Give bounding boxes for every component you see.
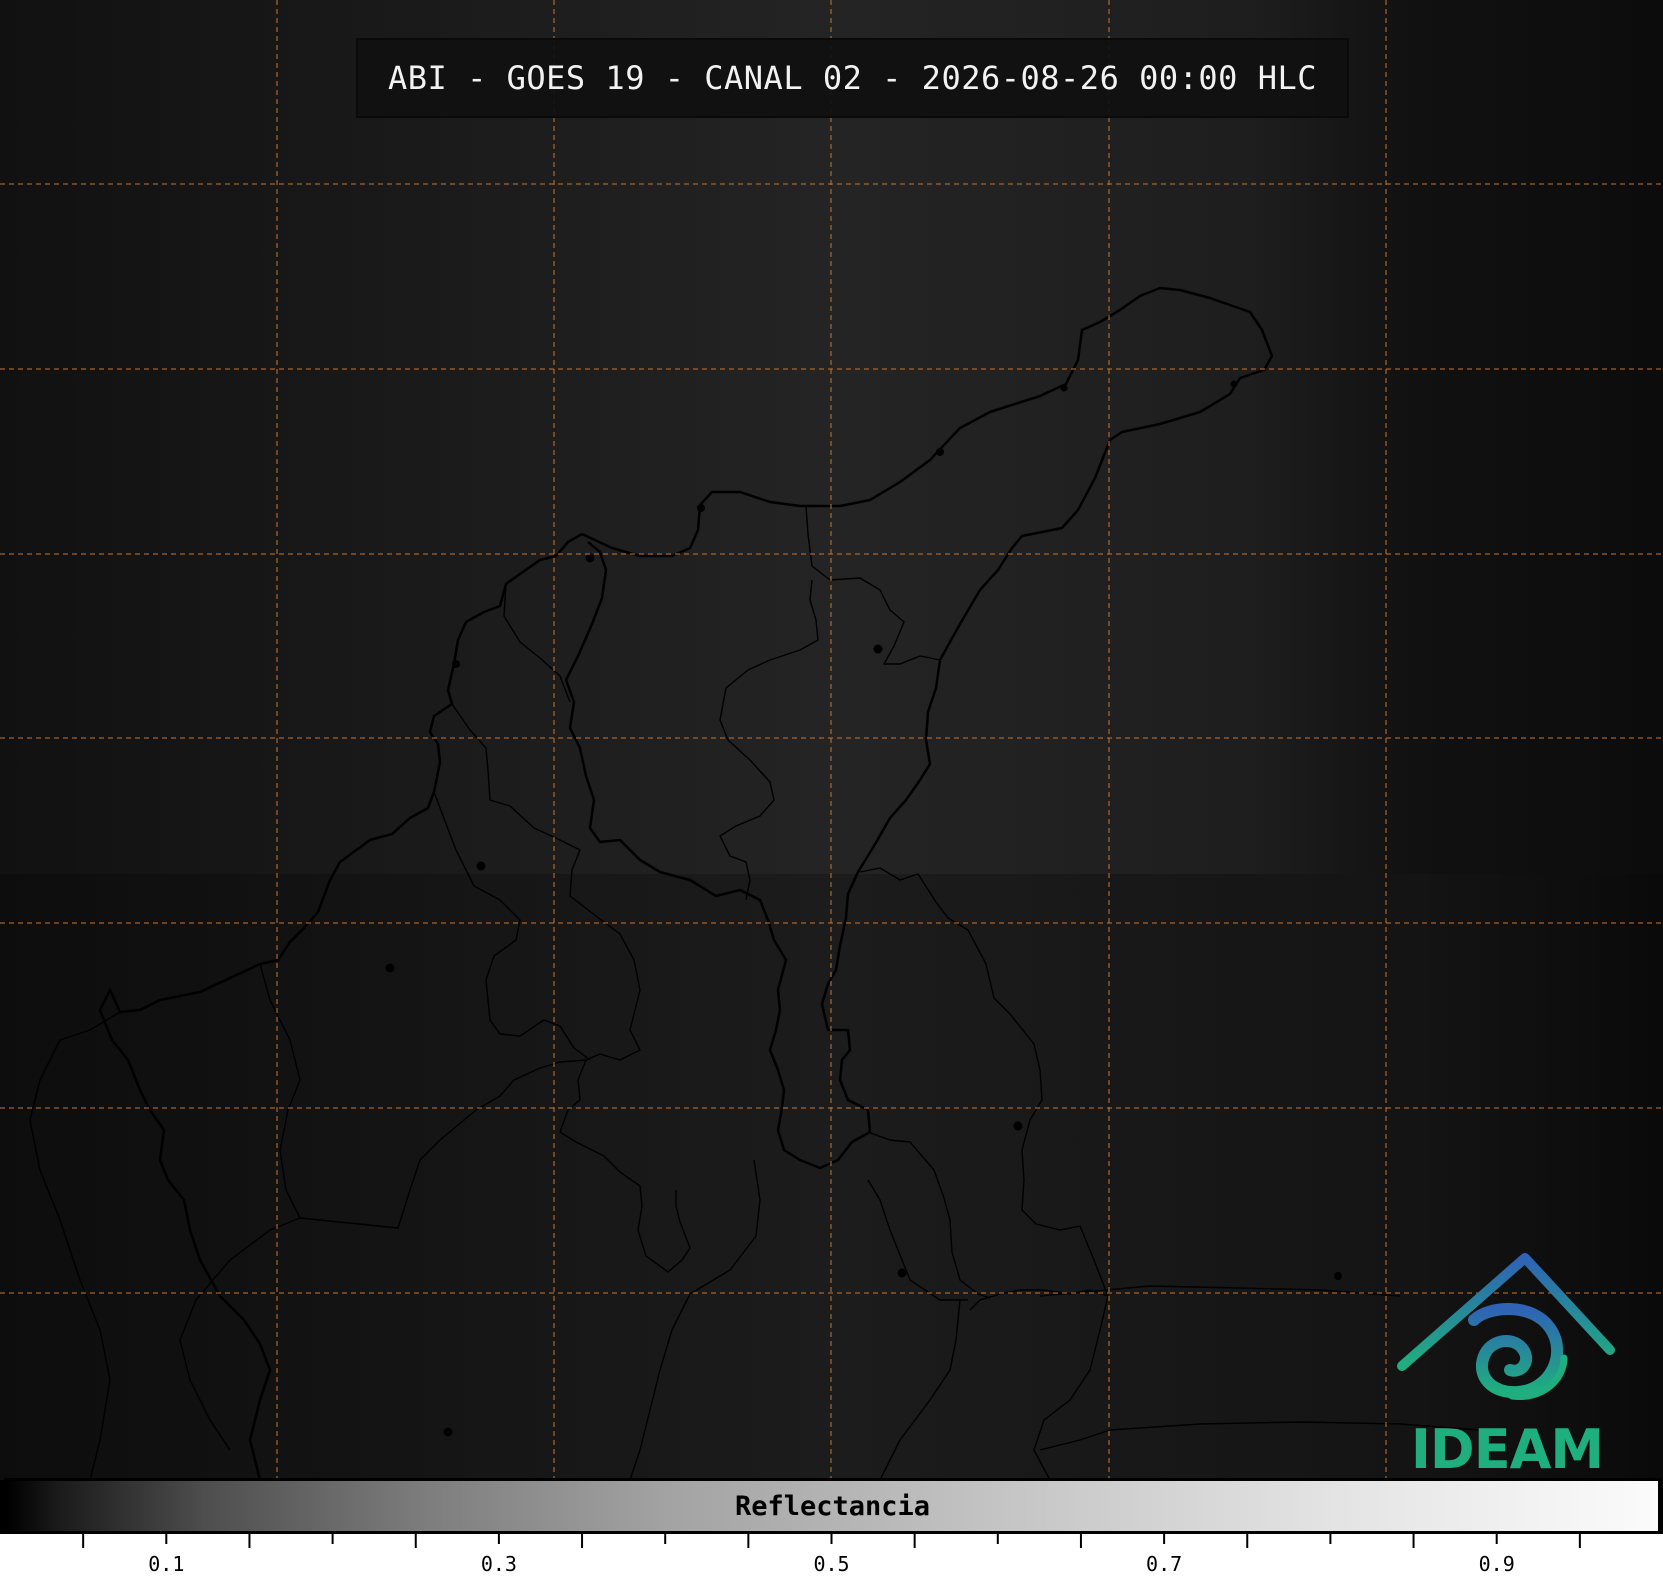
map-view[interactable]: ABI - GOES 19 - CANAL 02 - 2026-08-26 00… bbox=[0, 0, 1663, 1480]
ideam-logo-icon bbox=[1397, 1253, 1615, 1400]
colorbar-label: Reflectancia bbox=[734, 1491, 931, 1522]
colorbar-tick-label: 0.1 bbox=[148, 1552, 185, 1576]
image-title: ABI - GOES 19 - CANAL 02 - 2026-08-26 00… bbox=[356, 38, 1349, 118]
ideam-logo-text: IDEAM bbox=[1410, 1418, 1604, 1480]
colorbar-ticks: 0.1 0.3 0.5 0.7 0.9 bbox=[0, 1534, 1663, 1577]
ideam-logo: IDEAM bbox=[1392, 1250, 1622, 1480]
satellite-image-page: ABI - GOES 19 - CANAL 02 - 2026-08-26 00… bbox=[0, 0, 1663, 1577]
colorbar-tick-marks bbox=[82, 1534, 1581, 1548]
reflectance-colorbar: Reflectancia bbox=[4, 1478, 1661, 1534]
colorbar-tick-label: 0.3 bbox=[480, 1552, 517, 1576]
colorbar-tick-label: 0.7 bbox=[1146, 1552, 1183, 1576]
colorbar-tick-label: 0.9 bbox=[1478, 1552, 1515, 1576]
colorbar-tick-label: 0.5 bbox=[813, 1552, 850, 1576]
